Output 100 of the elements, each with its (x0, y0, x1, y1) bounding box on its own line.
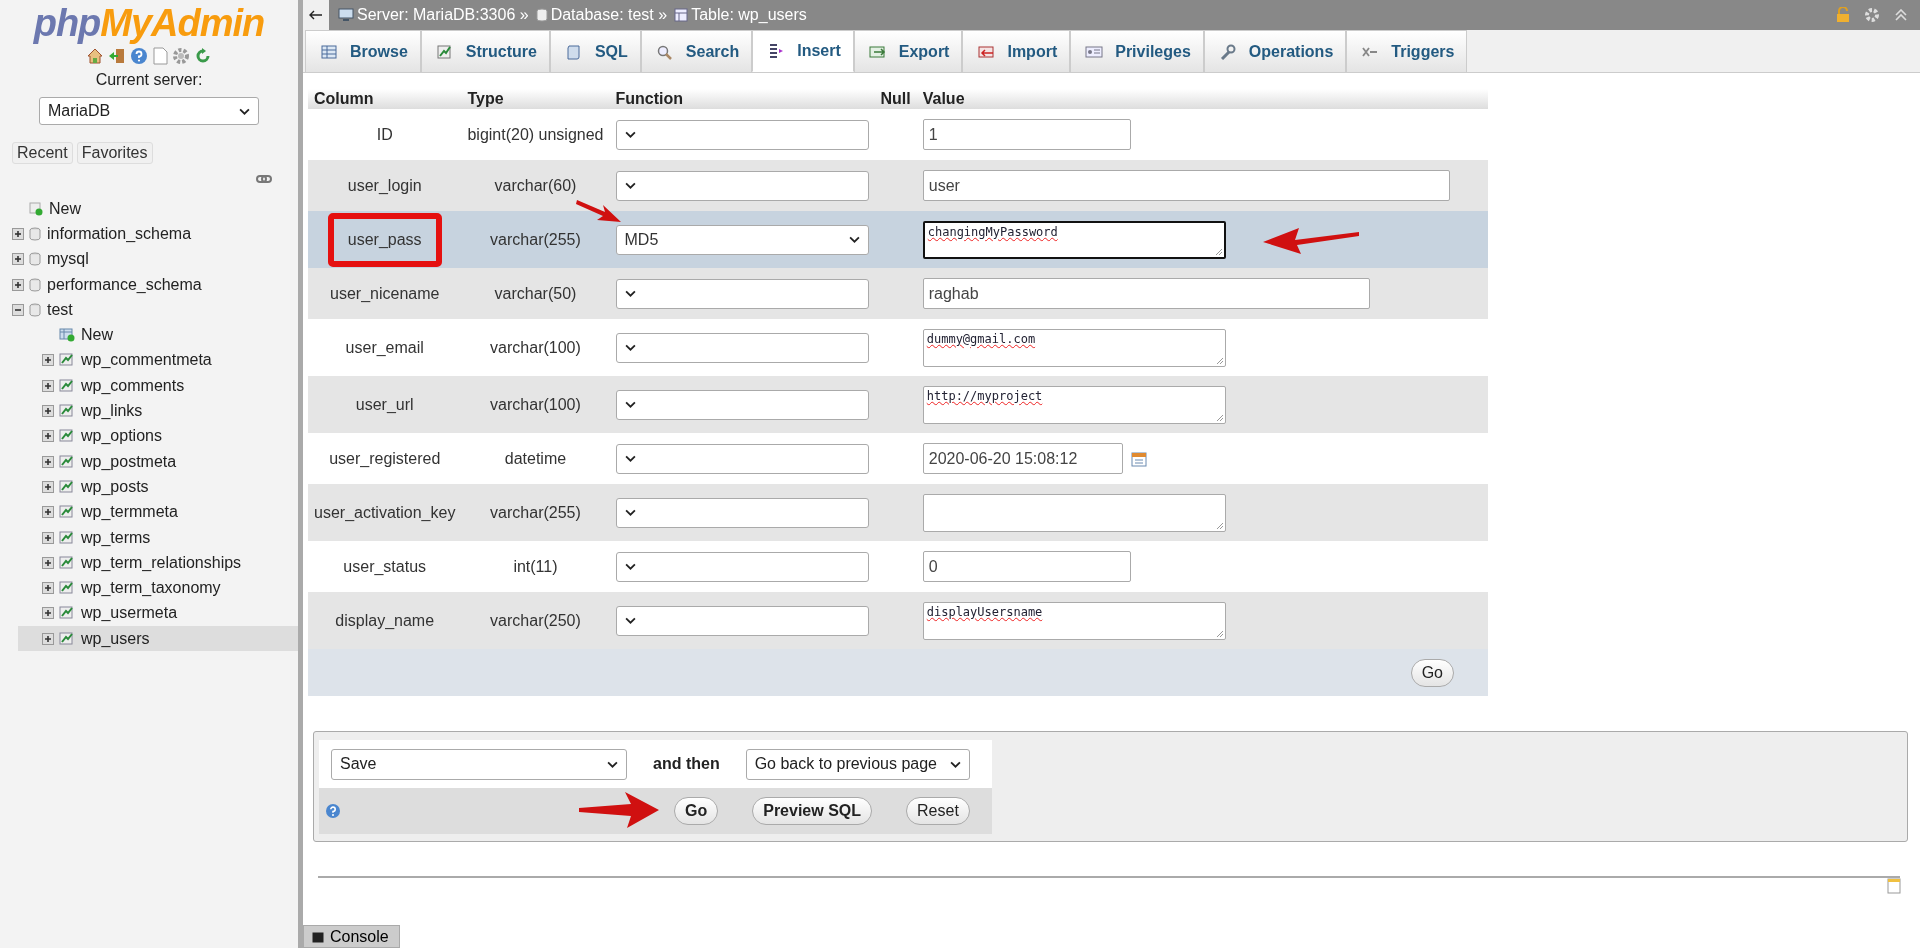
logo[interactable]: phpMyAdmin (33, 2, 265, 45)
tab[interactable]: Browse (305, 30, 421, 72)
table-icon (59, 606, 75, 621)
help-icon[interactable] (130, 47, 148, 65)
function-select[interactable] (615, 170, 869, 201)
expand-icon[interactable] (42, 455, 54, 468)
after-insert-select[interactable]: Go back to previous page (745, 748, 970, 780)
expand-icon[interactable] (42, 531, 54, 544)
expand-icon[interactable] (42, 632, 54, 645)
column-type: varchar(50) (494, 284, 577, 302)
tab[interactable]: Insert (752, 30, 854, 72)
tree-item[interactable]: wp_term_relationships (81, 553, 242, 572)
function-select[interactable] (615, 605, 869, 636)
column-name: user_registered (329, 449, 441, 468)
settings-icon[interactable] (172, 47, 190, 65)
tree-item[interactable]: New (81, 326, 113, 345)
expand-icon[interactable] (42, 430, 54, 443)
function-select[interactable] (615, 389, 869, 420)
tree-item[interactable]: wp_commentmeta (81, 351, 212, 370)
value-input[interactable]: 2020-06-20 15:08:12 (922, 443, 1123, 474)
function-select[interactable] (615, 119, 869, 150)
exit-door-icon[interactable] (108, 47, 126, 65)
document-icon[interactable] (152, 47, 168, 65)
tab[interactable]: Operations (1203, 30, 1347, 72)
tree-item[interactable]: wp_options (81, 427, 162, 446)
console-tab[interactable]: Console (303, 925, 400, 948)
form-button[interactable]: Go (674, 797, 719, 825)
value-input[interactable]: user (922, 170, 1450, 201)
sidebar-tab-button[interactable]: Recent (12, 142, 73, 164)
tree-item[interactable]: wp_posts (81, 477, 149, 496)
resize-grip-icon (1215, 629, 1223, 637)
tree-item[interactable]: wp_termmeta (81, 503, 178, 522)
function-select[interactable] (615, 278, 869, 309)
reload-icon[interactable] (194, 47, 212, 65)
tab-icon (435, 43, 454, 60)
tab[interactable]: Privileges (1070, 30, 1204, 72)
tab[interactable]: Export (853, 30, 963, 72)
tab[interactable]: Search (640, 30, 753, 72)
tree-item[interactable]: wp_comments (81, 376, 185, 395)
sidebar-tab-button[interactable]: Favorites (76, 142, 153, 164)
expand-icon[interactable] (42, 379, 54, 392)
column-name: ID (376, 125, 393, 144)
value-input[interactable]: raghab (922, 278, 1370, 309)
link-icon[interactable] (256, 174, 272, 184)
tree-item[interactable]: wp_links (81, 402, 143, 420)
expand-icon[interactable] (42, 582, 54, 595)
tree-item[interactable]: test (47, 300, 73, 319)
go-button[interactable]: Go (1410, 658, 1454, 687)
tree-item[interactable]: mysql (47, 250, 89, 269)
home-icon[interactable] (86, 47, 104, 65)
expand-icon[interactable] (42, 354, 54, 367)
breadcrumb-link[interactable]: Table: wp_users (691, 6, 807, 24)
selected-tree-row[interactable]: wp_users (18, 626, 298, 652)
server-select[interactable]: MariaDB (39, 97, 259, 125)
function-select[interactable] (615, 497, 869, 528)
collapse-icon[interactable] (12, 303, 24, 316)
tab[interactable]: Import (962, 30, 1071, 72)
column-type: varchar(250) (490, 611, 581, 629)
value-textarea[interactable]: dummy@gmail.com (922, 328, 1226, 367)
help-icon[interactable] (325, 803, 341, 819)
caret-icon (624, 131, 636, 138)
expand-icon[interactable] (42, 405, 54, 417)
breadcrumb-link[interactable]: Server: MariaDB:3306 » (357, 6, 529, 24)
caret-icon (607, 760, 618, 768)
form-button[interactable]: Preview SQL (752, 797, 873, 825)
calendar-icon[interactable] (1130, 450, 1147, 467)
function-select[interactable] (615, 332, 869, 363)
tree-item[interactable]: wp_users (81, 629, 150, 648)
tree-item[interactable]: information_schema (47, 224, 192, 243)
expand-icon[interactable] (42, 556, 54, 569)
expand-icon[interactable] (12, 227, 24, 240)
tab[interactable]: Structure (420, 30, 550, 72)
expand-icon[interactable] (12, 278, 24, 291)
expand-icon[interactable] (12, 253, 24, 266)
tree-item[interactable]: wp_postmeta (81, 452, 177, 471)
tree-item[interactable]: New (49, 199, 81, 218)
tab-icon (977, 43, 996, 60)
tree-item[interactable]: performance_schema (47, 275, 202, 294)
value-textarea[interactable]: displayUsersname (922, 601, 1226, 640)
value-textarea[interactable]: changingMyPassword (922, 220, 1226, 259)
expand-icon[interactable] (42, 480, 54, 493)
tree-item[interactable]: wp_terms (81, 528, 151, 547)
tree-item[interactable]: wp_usermeta (81, 604, 178, 623)
tab[interactable]: SQL (549, 30, 641, 72)
value-textarea[interactable] (922, 493, 1226, 532)
function-select[interactable] (615, 443, 869, 474)
value-input[interactable]: 0 (922, 551, 1131, 582)
form-button[interactable]: Reset (906, 797, 970, 825)
value-textarea[interactable]: http://myproject (922, 385, 1226, 424)
expand-icon[interactable] (42, 506, 54, 519)
function-select[interactable]: MD5 (615, 224, 869, 255)
tree-item[interactable]: wp_term_taxonomy (81, 579, 221, 598)
breadcrumb-link[interactable]: Database: test » (550, 6, 668, 24)
value-input[interactable]: 1 (922, 119, 1131, 150)
expand-icon[interactable] (42, 607, 54, 620)
caret-icon (624, 182, 636, 189)
tab[interactable]: Triggers (1346, 30, 1468, 72)
action-select[interactable]: Save (331, 748, 627, 780)
function-select[interactable] (615, 551, 869, 582)
column-name: user_nicename (330, 284, 440, 303)
